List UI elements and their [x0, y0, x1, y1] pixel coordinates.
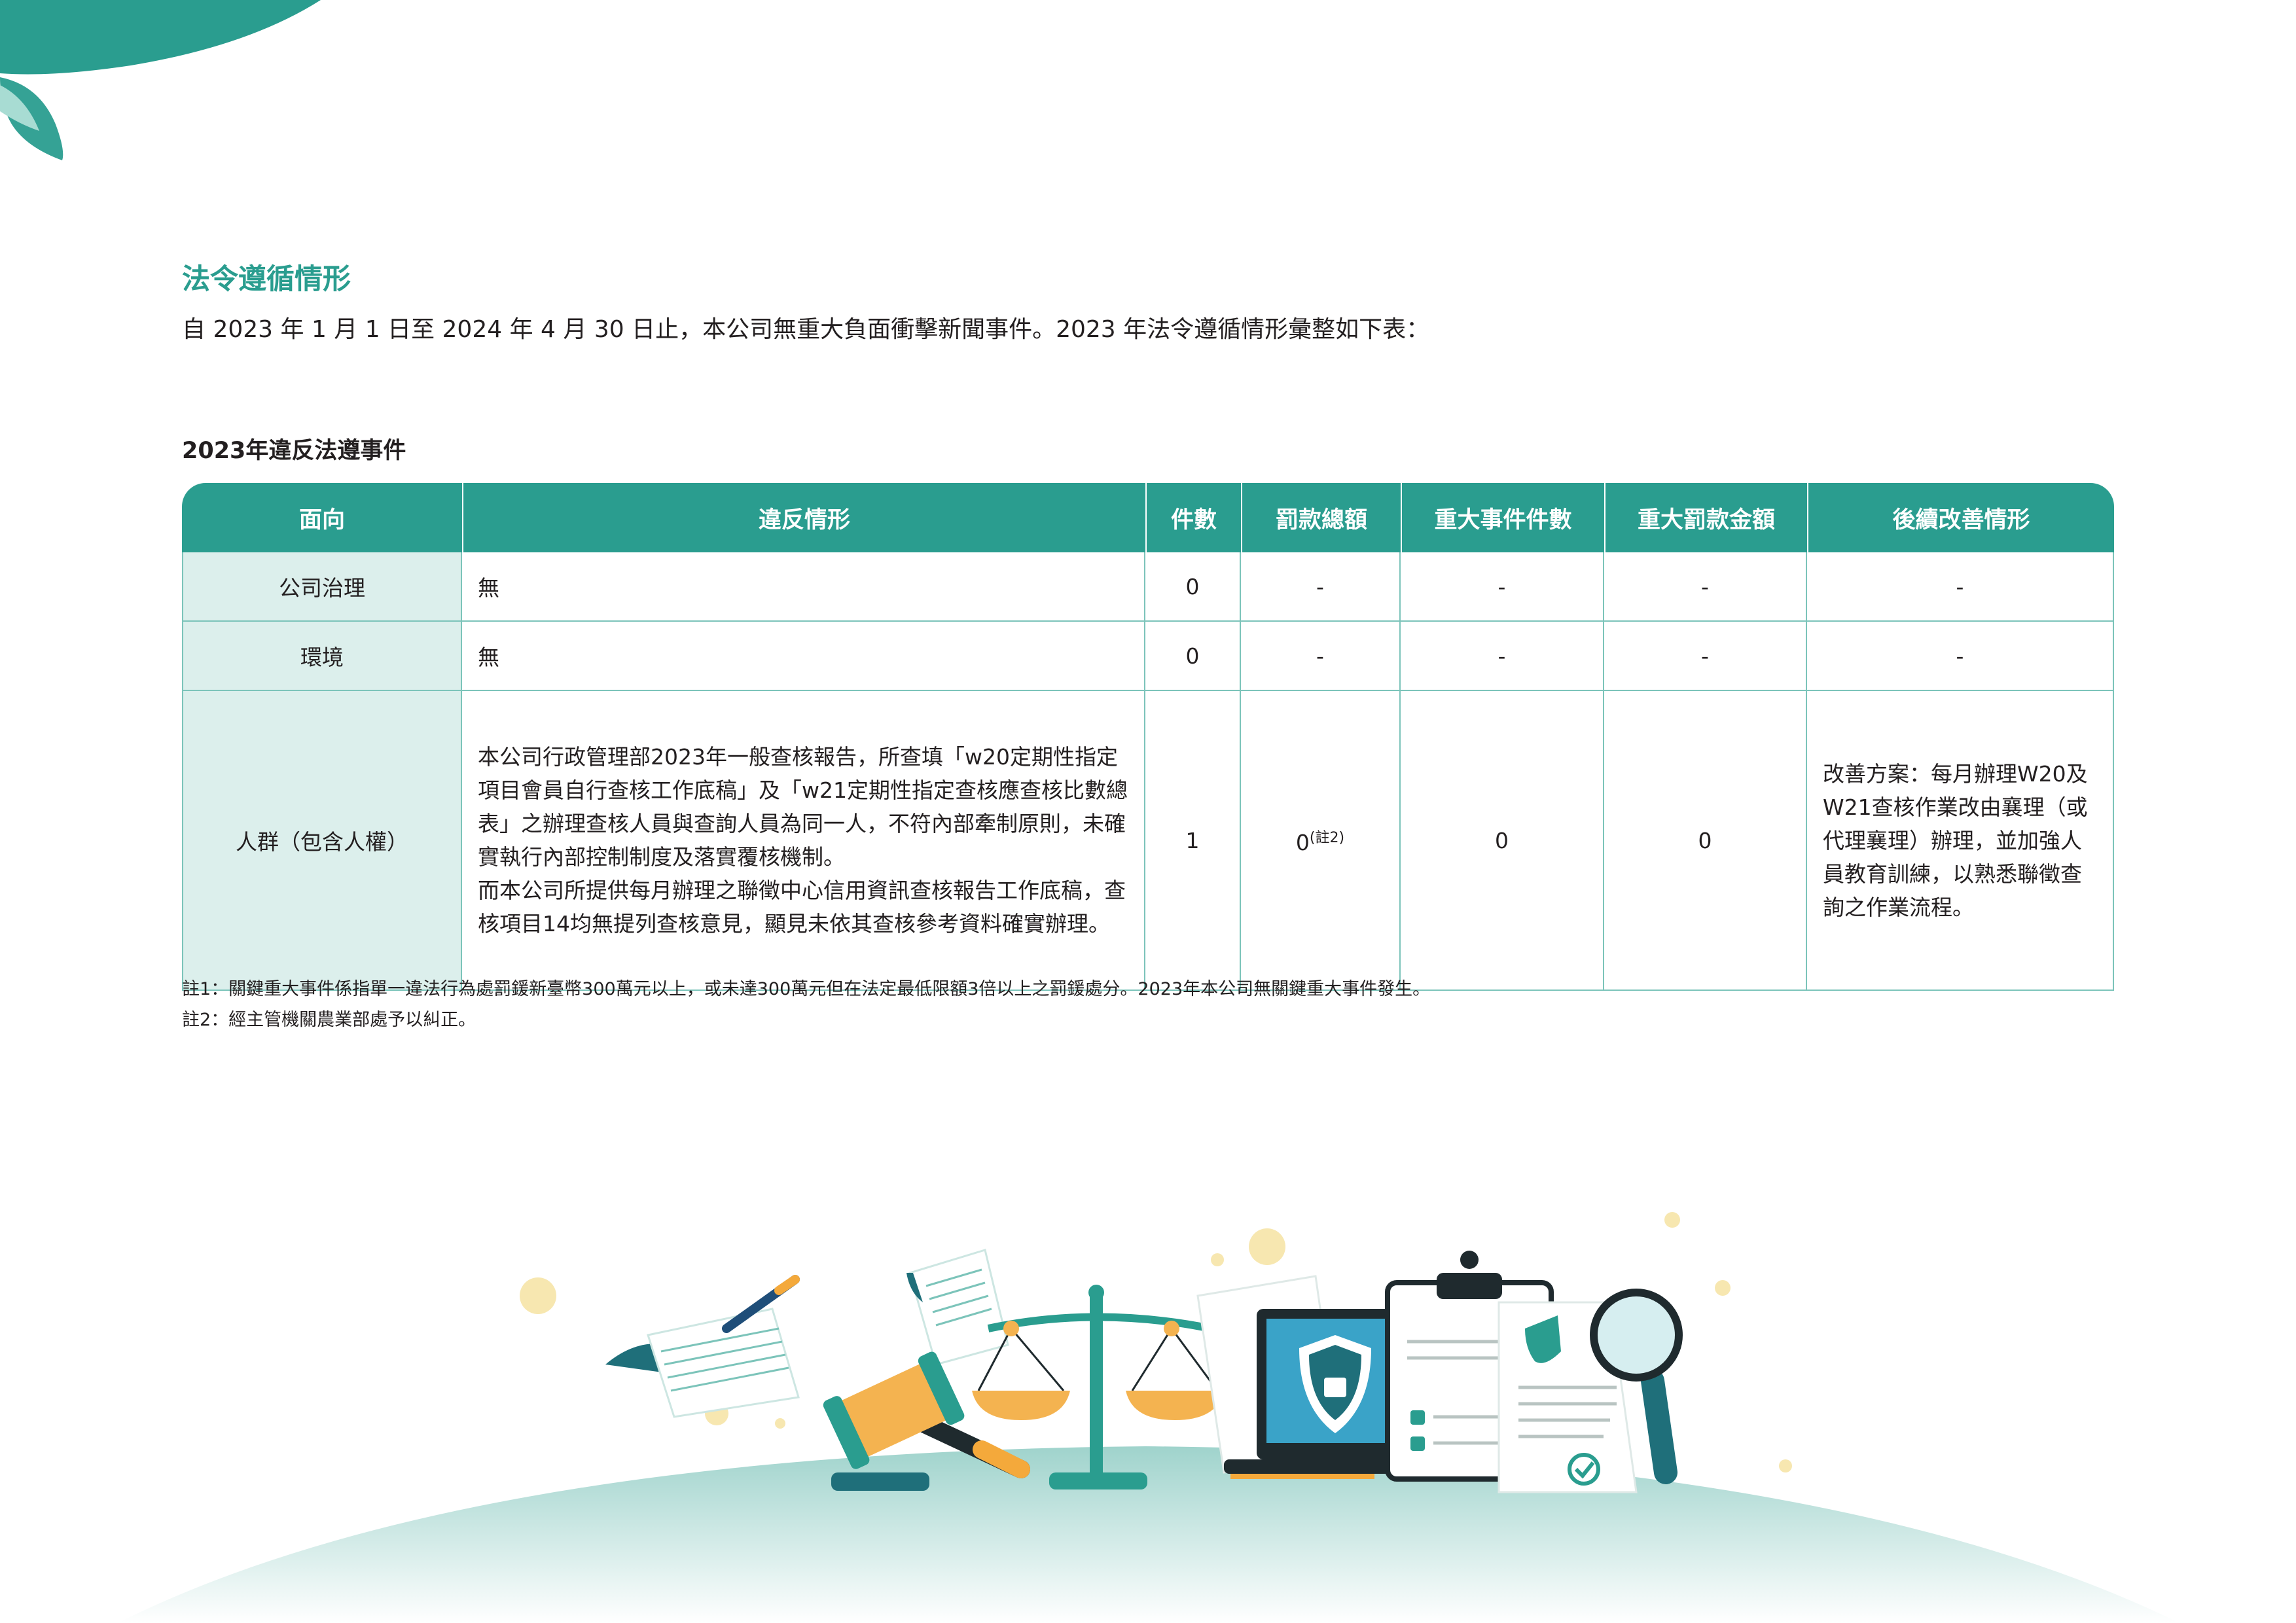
cell-major-count: - [1401, 622, 1604, 691]
cell-major-count: 0 [1401, 691, 1604, 991]
cell-fine: - [1241, 552, 1401, 622]
cell-count: 0 [1145, 622, 1241, 691]
violation-paragraph-1: 本公司行政管理部2023年一般查核報告，所查填「w20定期性指定項目會員自行查核… [478, 744, 1128, 870]
legal-illustration [118, 1212, 2179, 1623]
header-violation: 違反情形 [462, 483, 1145, 552]
intro-paragraph: 自 2023 年 1 月 1 日至 2024 年 4 月 30 日止，本公司無重… [182, 316, 1430, 343]
cell-aspect: 人群（包含人權） [182, 691, 462, 991]
header-aspect: 面向 [182, 483, 462, 552]
header-improvement: 後續改善情形 [1807, 483, 2114, 552]
cell-major-count: - [1401, 552, 1604, 622]
section-title: 法令遵循情形 [182, 263, 351, 296]
table-row: 人群（包含人權） 本公司行政管理部2023年一般查核報告，所查填「w20定期性指… [182, 691, 2114, 991]
table-header-row: 面向 違反情形 件數 罰款總額 重大事件件數 重大罰款金額 後續改善情形 [182, 483, 2114, 552]
cell-fine: - [1241, 622, 1401, 691]
fine-value: 0 [1295, 829, 1310, 855]
cell-major-fine: - [1604, 622, 1807, 691]
cell-aspect: 環境 [182, 622, 462, 691]
header-count: 件數 [1145, 483, 1241, 552]
cell-count: 1 [1145, 691, 1241, 991]
cell-violation: 無 [462, 552, 1145, 622]
compliance-table-container: 面向 違反情形 件數 罰款總額 重大事件件數 重大罰款金額 後續改善情形 公司治… [182, 483, 2114, 991]
table-row: 公司治理 無 0 - - - - [182, 552, 2114, 622]
cell-improvement: - [1807, 622, 2114, 691]
cell-violation: 本公司行政管理部2023年一般查核報告，所查填「w20定期性指定項目會員自行查核… [462, 691, 1145, 991]
header-major-count: 重大事件件數 [1401, 483, 1604, 552]
violation-paragraph-2: 而本公司所提供每月辦理之聯徵中心信用資訊查核報告工作底稿，查核項目14均無提列查… [478, 878, 1126, 936]
cell-aspect: 公司治理 [182, 552, 462, 622]
header-major-fine: 重大罰款金額 [1604, 483, 1807, 552]
ground-hill [118, 1446, 2179, 1623]
cell-fine: 0(註2) [1241, 691, 1401, 991]
fine-footnote-ref: (註2) [1309, 829, 1345, 846]
cell-improvement: - [1807, 552, 2114, 622]
document-pen-icon [605, 1275, 800, 1418]
cell-major-fine: - [1604, 552, 1807, 622]
paper-icon [906, 1249, 1009, 1366]
table-row: 環境 無 0 - - - - [182, 622, 2114, 691]
footnote-1: 註1：關鍵重大事件係指單一違法行為處罰鍰新臺幣300萬元以上，或未達300萬元但… [182, 979, 1431, 999]
footnote-2: 註2：經主管機關農業部處予以糾正。 [182, 1010, 476, 1030]
cell-major-fine: 0 [1604, 691, 1807, 991]
compliance-table: 面向 違反情形 件數 罰款總額 重大事件件數 重大罰款金額 後續改善情形 公司治… [182, 483, 2114, 991]
footnotes: 註1：關鍵重大事件係指單一違法行為處罰鍰新臺幣300萬元以上，或未達300萬元但… [182, 974, 1430, 1035]
cell-count: 0 [1145, 552, 1241, 622]
cell-improvement: 改善方案：每月辦理W20及W21查核作業改由襄理（或代理襄理）辦理，並加強人員教… [1807, 691, 2114, 991]
corner-leaf-decoration [0, 0, 321, 160]
table-caption: 2023年違反法遵事件 [182, 438, 406, 464]
cell-violation: 無 [462, 622, 1145, 691]
header-fine-total: 罰款總額 [1241, 483, 1401, 552]
